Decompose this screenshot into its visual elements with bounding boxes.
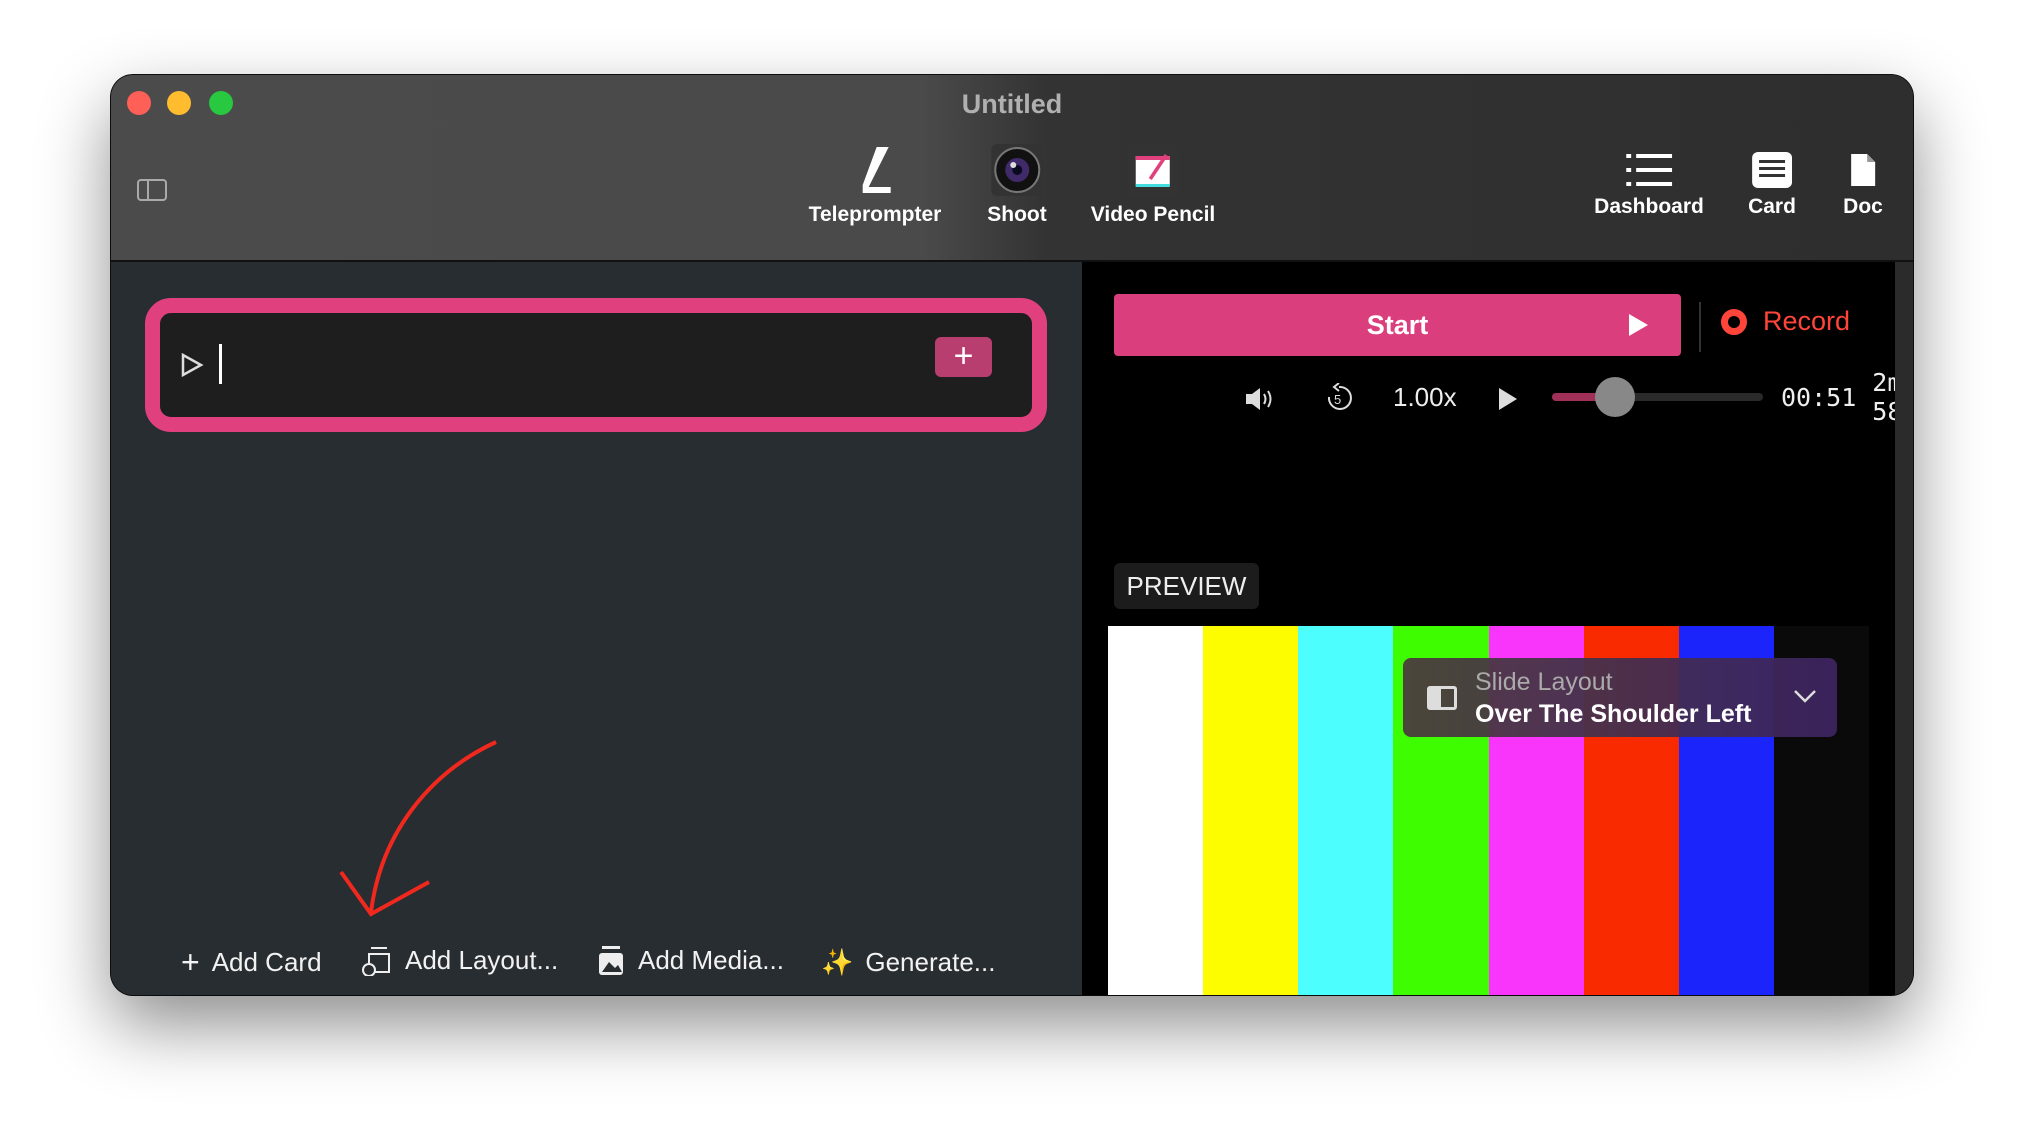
playback-speed[interactable]: 1.00x bbox=[1393, 372, 1457, 422]
add-media-button[interactable]: Add Media... bbox=[596, 942, 784, 978]
start-button[interactable]: Start bbox=[1114, 294, 1681, 356]
add-card-button[interactable]: + Add Card bbox=[181, 944, 322, 980]
replay-5-icon[interactable]: 5 bbox=[1325, 382, 1353, 413]
text-cursor bbox=[219, 344, 222, 384]
generate-label: Generate... bbox=[865, 946, 996, 977]
window-edge bbox=[1895, 262, 1913, 995]
color-bar bbox=[1108, 626, 1204, 995]
timeline-knob[interactable] bbox=[1595, 377, 1636, 417]
volume-icon[interactable] bbox=[1244, 386, 1276, 412]
add-media-icon bbox=[599, 946, 623, 975]
video-pencil-icon bbox=[1091, 143, 1216, 197]
toolbar-shoot[interactable]: Shoot bbox=[987, 143, 1047, 227]
camera-lens-icon bbox=[987, 143, 1046, 197]
toolbar-teleprompter[interactable]: Teleprompter bbox=[808, 143, 942, 227]
toolbar-label: Video Pencil bbox=[1090, 203, 1216, 226]
hint-arrow-icon bbox=[339, 740, 497, 917]
add-card-label: Add Card bbox=[211, 946, 322, 977]
preview-label: PREVIEW bbox=[1114, 563, 1259, 609]
layout-icon bbox=[1427, 686, 1457, 710]
timeline-slider[interactable] bbox=[1552, 377, 1763, 417]
toolbar-doc[interactable]: Doc bbox=[1843, 143, 1883, 219]
toolbar-label: Card bbox=[1748, 195, 1796, 218]
window-title: Untitled bbox=[961, 89, 1063, 119]
record-label: Record bbox=[1763, 306, 1851, 336]
add-media-label: Add Media... bbox=[638, 944, 784, 975]
chevron-down-icon bbox=[1794, 690, 1816, 703]
play-icon[interactable] bbox=[1497, 386, 1519, 412]
generate-button[interactable]: ✨ Generate... bbox=[821, 944, 995, 980]
color-bar bbox=[1298, 626, 1394, 995]
toolbar-label: Dashboard bbox=[1594, 195, 1704, 218]
toolbar-label: Teleprompter bbox=[808, 203, 942, 226]
player-panel: Start Record 5 1.00x 00:51 2m 58s PREVIEW… bbox=[1082, 262, 1913, 995]
toolbar-video-pencil[interactable]: Video Pencil bbox=[1090, 143, 1216, 227]
toolbar-card[interactable]: Card bbox=[1748, 143, 1796, 219]
toolbar: Untitled Teleprompter Shoot Video Pencil… bbox=[111, 75, 1913, 262]
play-icon[interactable] bbox=[180, 352, 204, 378]
plus-icon: + bbox=[181, 943, 200, 980]
replay-seconds: 5 bbox=[1334, 392, 1342, 407]
add-layout-button[interactable]: Add Layout... bbox=[361, 942, 558, 978]
play-icon bbox=[1629, 314, 1648, 336]
record-button[interactable]: Record bbox=[1721, 306, 1850, 337]
toolbar-dashboard[interactable]: Dashboard bbox=[1594, 143, 1704, 219]
app-window: Untitled Teleprompter Shoot Video Pencil… bbox=[111, 75, 1913, 995]
divider bbox=[1699, 302, 1701, 352]
elapsed-time: 00:51 bbox=[1781, 382, 1857, 412]
magic-wand-icon: ✨ bbox=[821, 946, 854, 977]
script-editor-panel: + + Add Card Add Layout... Add Media... ✨… bbox=[111, 262, 1082, 995]
layout-label: Slide Layout bbox=[1475, 668, 1613, 696]
record-icon bbox=[1721, 308, 1747, 335]
add-layout-icon bbox=[362, 947, 390, 976]
teleprompter-icon bbox=[809, 143, 942, 197]
script-card[interactable]: + bbox=[145, 298, 1047, 432]
start-label: Start bbox=[1366, 309, 1429, 340]
sidebar-toggle-icon[interactable] bbox=[137, 179, 167, 201]
add-button[interactable]: + bbox=[935, 337, 992, 377]
add-layout-label: Add Layout... bbox=[405, 944, 559, 975]
toolbar-label: Shoot bbox=[987, 203, 1047, 226]
layout-value: Over The Shoulder Left bbox=[1475, 700, 1752, 728]
list-icon bbox=[1594, 143, 1704, 197]
color-bar bbox=[1203, 626, 1299, 995]
slide-layout-dropdown[interactable]: Slide Layout Over The Shoulder Left bbox=[1403, 658, 1837, 737]
doc-icon bbox=[1843, 143, 1883, 197]
toolbar-label: Doc bbox=[1843, 195, 1883, 218]
card-icon bbox=[1748, 143, 1796, 197]
